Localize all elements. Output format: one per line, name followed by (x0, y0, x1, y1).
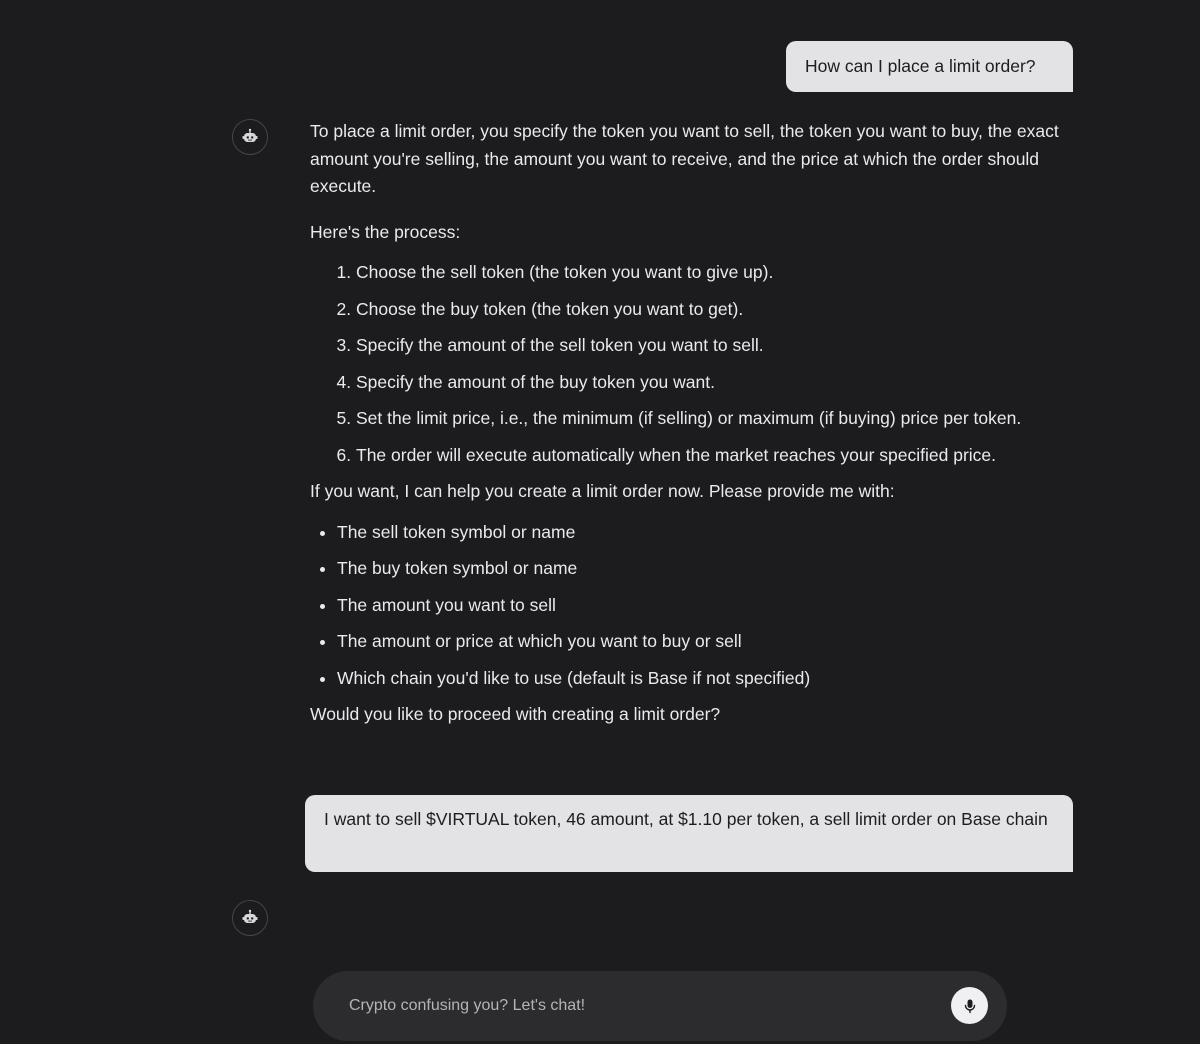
bot-process-heading: Here's the process: (310, 221, 461, 242)
bot-avatar-typing (232, 900, 268, 936)
user-message-text: I want to sell $VIRTUAL token, 46 amount… (324, 809, 1048, 829)
microphone-button[interactable] (951, 987, 988, 1024)
bot-avatar (232, 119, 268, 155)
user-message-bubble: I want to sell $VIRTUAL token, 46 amount… (305, 795, 1073, 872)
required-info-item: The buy token symbol or name (337, 555, 1070, 583)
user-message-text: How can I place a limit order? (805, 56, 1036, 76)
chat-composer (313, 971, 1007, 1041)
bot-question-text: Would you like to proceed with creating … (310, 704, 721, 724)
robot-icon (242, 909, 258, 923)
process-step: Choose the sell token (the token you wan… (356, 259, 1070, 287)
process-step: Set the limit price, i.e., the minimum (… (356, 405, 1070, 433)
user-message-bubble: How can I place a limit order? (786, 41, 1073, 92)
process-step: Specify the amount of the sell token you… (356, 332, 1070, 360)
chat-input[interactable] (349, 994, 909, 1018)
process-step: Specify the amount of the buy token you … (356, 369, 1070, 397)
bot-offer-text: If you want, I can help you create a lim… (310, 481, 895, 501)
process-step: Choose the buy token (the token you want… (356, 296, 1070, 324)
process-step: The order will execute automatically whe… (356, 442, 1070, 470)
bot-intro-text: To place a limit order, you specify the … (310, 121, 1059, 196)
process-steps-list: Choose the sell token (the token you wan… (310, 259, 1070, 469)
required-info-item: The amount or price at which you want to… (337, 628, 1070, 656)
robot-icon (242, 128, 258, 142)
required-info-item: The sell token symbol or name (337, 519, 1070, 547)
required-info-item: Which chain you'd like to use (default i… (337, 665, 1070, 693)
chat-page: How can I place a limit order? To place … (0, 0, 1200, 1044)
microphone-icon (964, 999, 975, 1013)
required-info-list: The sell token symbol or name The buy to… (310, 519, 1070, 693)
required-info-item: The amount you want to sell (337, 592, 1070, 620)
bot-message: To place a limit order, you specify the … (310, 118, 1070, 729)
